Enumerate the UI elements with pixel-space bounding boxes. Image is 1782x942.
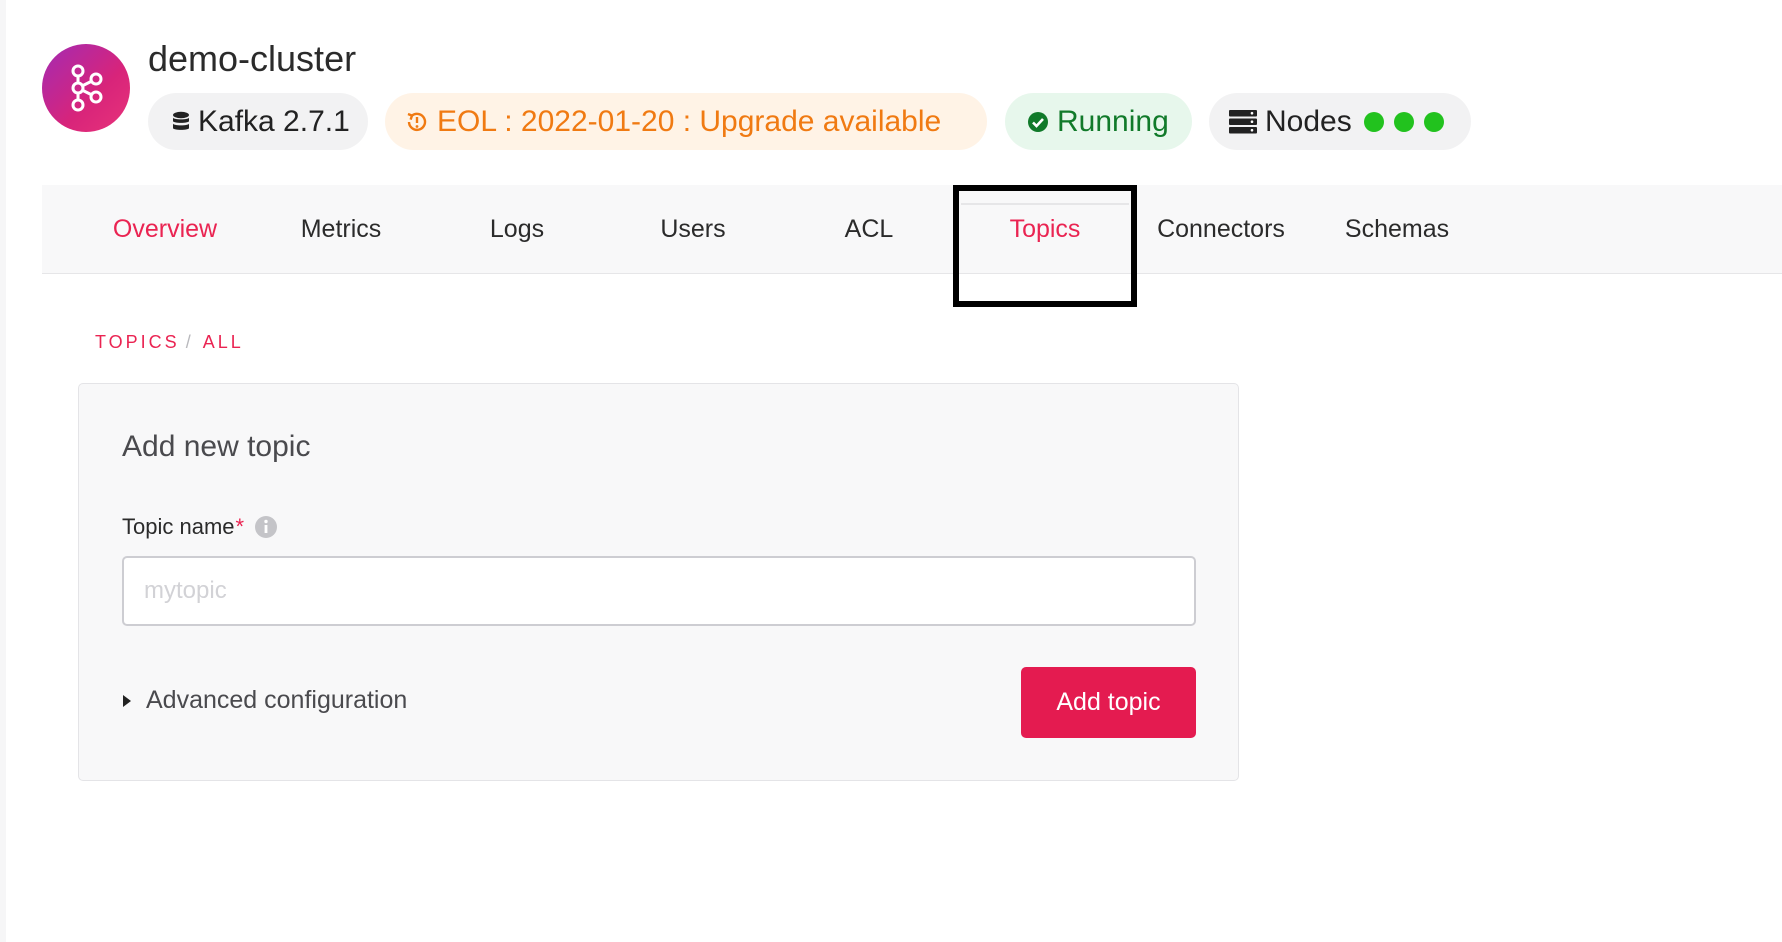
database-icon xyxy=(172,111,190,133)
tab-bar: Overview Metrics Logs Users ACL Topics C… xyxy=(42,185,1782,274)
left-edge xyxy=(0,0,6,942)
add-topic-card: Add new topic Topic name * Advanced conf… xyxy=(78,383,1239,781)
version-label: Kafka 2.7.1 xyxy=(198,104,350,138)
status-badge: Running xyxy=(1005,93,1192,150)
nodes-label: Nodes xyxy=(1265,104,1352,138)
check-circle-icon xyxy=(1027,111,1049,133)
advanced-configuration-label: Advanced configuration xyxy=(146,686,408,714)
tab-metrics[interactable]: Metrics xyxy=(253,185,429,273)
server-icon xyxy=(1229,109,1257,134)
breadcrumb-all[interactable]: ALL xyxy=(203,332,244,353)
breadcrumb-topics[interactable]: TOPICS xyxy=(95,332,180,353)
node-status-dots xyxy=(1354,111,1444,132)
topic-name-label: Topic name * xyxy=(122,514,278,540)
kafka-logo-icon xyxy=(71,64,103,112)
tab-topics[interactable]: Topics xyxy=(957,185,1133,273)
tab-users[interactable]: Users xyxy=(605,185,781,273)
tab-highlight-inner-line xyxy=(961,203,1129,205)
tab-schemas[interactable]: Schemas xyxy=(1309,185,1485,273)
node-status-dot xyxy=(1363,111,1384,132)
eol-label: EOL : 2022-01-20 : Upgrade available xyxy=(437,104,942,138)
advanced-configuration-toggle[interactable]: Advanced configuration xyxy=(122,686,407,715)
tab-acl[interactable]: ACL xyxy=(781,185,957,273)
topic-name-input[interactable] xyxy=(122,556,1196,626)
form-title: Add new topic xyxy=(122,430,311,463)
status-label: Running xyxy=(1057,104,1169,138)
add-topic-button[interactable]: Add topic xyxy=(1021,667,1196,738)
eol-badge[interactable]: EOL : 2022-01-20 : Upgrade available xyxy=(385,93,987,150)
required-marker: * xyxy=(235,514,245,539)
topic-name-label-text: Topic name xyxy=(122,514,235,539)
version-badge: Kafka 2.7.1 xyxy=(148,93,368,150)
tab-overview[interactable]: Overview xyxy=(77,185,253,273)
node-status-dot xyxy=(1423,111,1444,132)
cluster-name: demo-cluster xyxy=(148,38,357,79)
node-status-dot xyxy=(1393,111,1414,132)
tab-logs[interactable]: Logs xyxy=(429,185,605,273)
nodes-badge: Nodes xyxy=(1209,93,1471,150)
history-clock-icon xyxy=(405,110,429,134)
caret-right-icon xyxy=(122,694,132,708)
tab-connectors[interactable]: Connectors xyxy=(1133,185,1309,273)
info-icon[interactable] xyxy=(254,515,278,539)
breadcrumb-separator: / xyxy=(185,332,191,352)
cluster-logo xyxy=(42,44,130,132)
breadcrumb: TOPICS / ALL xyxy=(95,332,244,353)
